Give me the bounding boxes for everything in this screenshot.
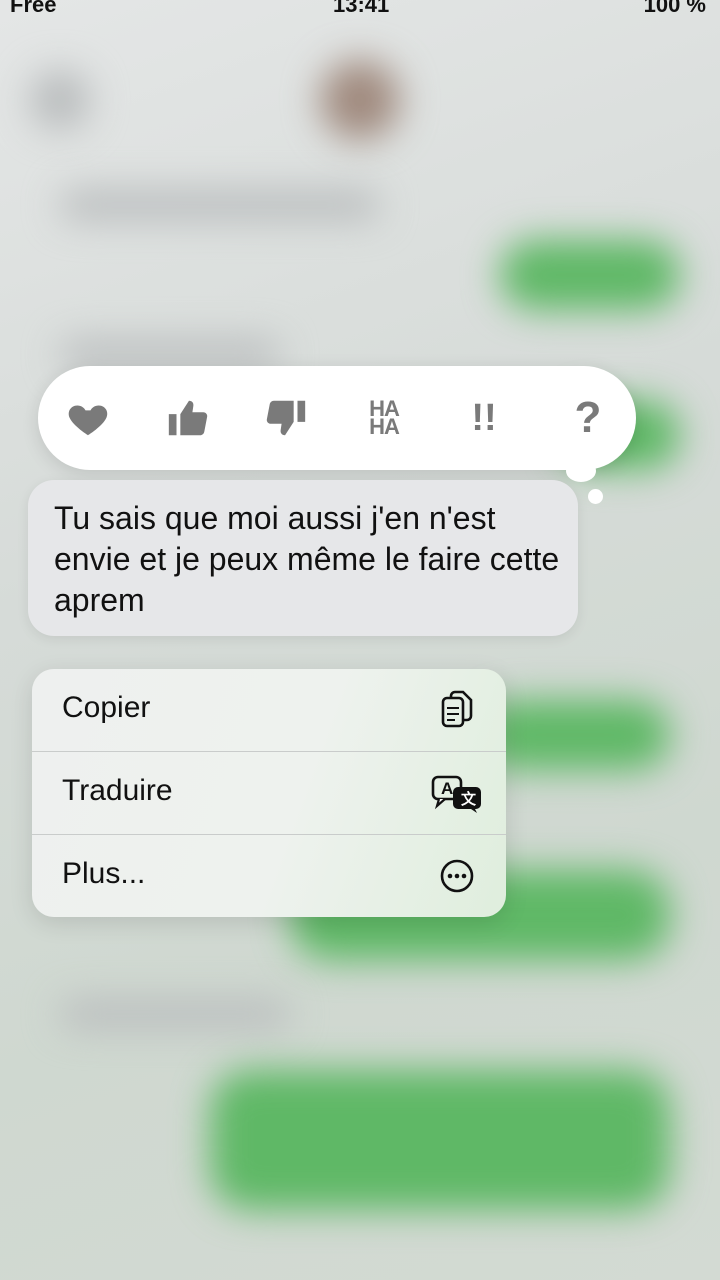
haha-bottom-text: HA [369, 414, 400, 439]
thumbs-down-icon[interactable] [256, 388, 316, 448]
message-bubble: Tu sais que moi aussi j'en n'est envie e… [28, 480, 578, 636]
blurred-green-bubble [480, 700, 670, 770]
thumbs-up-icon[interactable] [158, 388, 218, 448]
blurred-text-line [60, 340, 280, 368]
svg-text:文: 文 [461, 790, 477, 808]
haha-icon[interactable]: HA HA [354, 388, 414, 448]
question-text: ? [574, 393, 602, 442]
svg-text:A: A [441, 779, 453, 798]
message-text: Tu sais que moi aussi j'en n'est envie e… [54, 500, 560, 618]
status-bar: Free 13:41 100 % [0, 0, 720, 18]
blurred-text-line [60, 190, 380, 220]
exclamation-text: !! [471, 396, 497, 439]
menu-item-copy[interactable]: Copier [32, 669, 506, 751]
context-menu: Copier Traduire A 文 Plus... [32, 669, 506, 917]
translate-icon: A 文 [430, 770, 486, 816]
double-exclamation-icon[interactable]: !! [454, 388, 514, 448]
menu-item-more[interactable]: Plus... [32, 835, 506, 917]
blurred-green-bubble [210, 1070, 670, 1210]
heart-icon[interactable] [58, 388, 118, 448]
clock: 13:41 [333, 0, 390, 17]
battery-label: 100 % [643, 0, 706, 17]
question-mark-icon[interactable]: ? [558, 388, 618, 448]
carrier-label: Free [10, 0, 57, 17]
menu-item-label: Plus... [62, 857, 146, 890]
more-icon [434, 853, 480, 899]
blurred-green-bubble [500, 240, 680, 310]
blurred-back-button [30, 70, 90, 130]
blurred-text-line [60, 1000, 290, 1028]
menu-item-label: Copier [62, 691, 151, 724]
blurred-avatar [320, 60, 400, 140]
tapback-bar: HA HA !! ? [38, 366, 636, 470]
menu-item-translate[interactable]: Traduire A 文 [32, 752, 506, 834]
copy-icon [434, 687, 480, 733]
menu-item-label: Traduire [62, 774, 173, 807]
blurred-conversation-background [0, 0, 720, 1280]
